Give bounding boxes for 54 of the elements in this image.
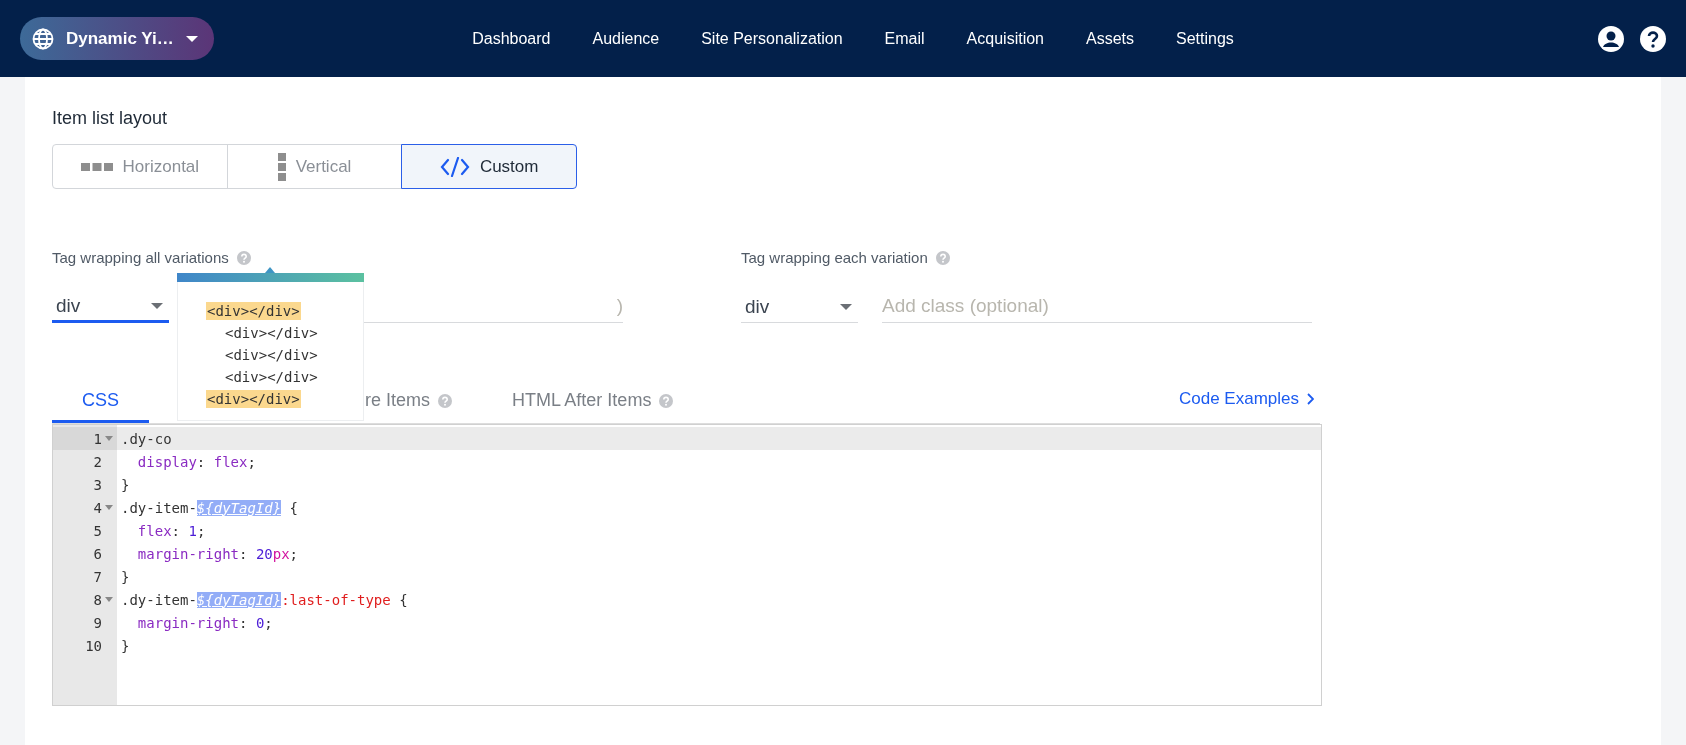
tooltip-code-line: <div></div> (224, 346, 319, 364)
user-icon[interactable] (1598, 25, 1624, 52)
code-line: } (121, 637, 130, 654)
code-line: .dy-item-${dyTagId}:last-of-type { (121, 591, 408, 608)
code-line: display: flex; (136, 453, 256, 470)
line-number: 8 (93, 591, 102, 608)
nav-link[interactable]: Email (884, 29, 925, 48)
site-selector[interactable]: Dynamic Yi… (20, 17, 214, 60)
tag-select[interactable]: div (52, 291, 169, 323)
code-line: margin-right: 20px; (136, 545, 299, 562)
section-title: Item list layout (52, 108, 169, 129)
code-tab[interactable]: HTML After Items (482, 381, 704, 423)
code-editor[interactable]: 1 2 3 4 5 6 7 8 9 10 .dy-co display: flex; } .dy-item-${dyTagId} { flex: 1; margin-right: 20px; } .dy-item-${dyTagId}:last-of-type { margin-right: 0; } (52, 424, 1322, 706)
class-field[interactable]: Add class (optional) (882, 290, 1312, 323)
line-number: 1 (93, 430, 102, 447)
tooltip-code-line: <div></div> (224, 324, 319, 342)
help-icon[interactable] (1640, 25, 1666, 52)
field-label: Tag wrapping all variations (52, 249, 229, 266)
code-line: .dy-item-${dyTagId} { (121, 499, 298, 516)
code-line: .dy-co (121, 430, 172, 447)
nav-link[interactable]: Acquisition (966, 29, 1044, 48)
code-icon (439, 156, 470, 177)
nav-link[interactable]: Audience (592, 29, 660, 48)
code-examples-link[interactable]: Code Examples (1173, 388, 1320, 423)
nav-link[interactable]: Dashboard (472, 29, 551, 48)
tag-select[interactable]: div (741, 291, 858, 323)
horizontal-layout-icon (80, 162, 113, 171)
line-number: 10 (85, 637, 102, 654)
line-number: 4 (93, 499, 102, 516)
line-number: 9 (93, 614, 102, 631)
layout-option[interactable]: Custom (401, 144, 577, 189)
fold-icon[interactable] (105, 596, 113, 603)
caret-icon (151, 302, 163, 309)
code-line: margin-right: 0; (136, 614, 273, 631)
line-number: 5 (93, 522, 102, 539)
line-number: 7 (93, 568, 102, 585)
code-line: flex: 1; (136, 522, 206, 539)
nav-link[interactable]: Settings (1176, 29, 1234, 48)
fold-icon[interactable] (105, 504, 113, 511)
code-line: } (121, 476, 130, 493)
line-number: 2 (93, 453, 102, 470)
caret-icon (840, 303, 852, 310)
vertical-layout-icon (277, 152, 286, 181)
code-line: } (121, 568, 130, 585)
globe-icon (32, 27, 54, 50)
line-number: 6 (93, 545, 102, 562)
tooltip-code-line: <div></div> (224, 368, 319, 386)
line-number: 3 (93, 476, 102, 493)
caret-icon (185, 35, 198, 42)
nav-link[interactable]: Site Personalization (701, 29, 843, 48)
nav-link[interactable]: Assets (1086, 29, 1134, 48)
fold-icon[interactable] (105, 435, 113, 442)
field-label: Tag wrapping each variation (741, 249, 928, 266)
chevron-icon (1307, 393, 1314, 405)
